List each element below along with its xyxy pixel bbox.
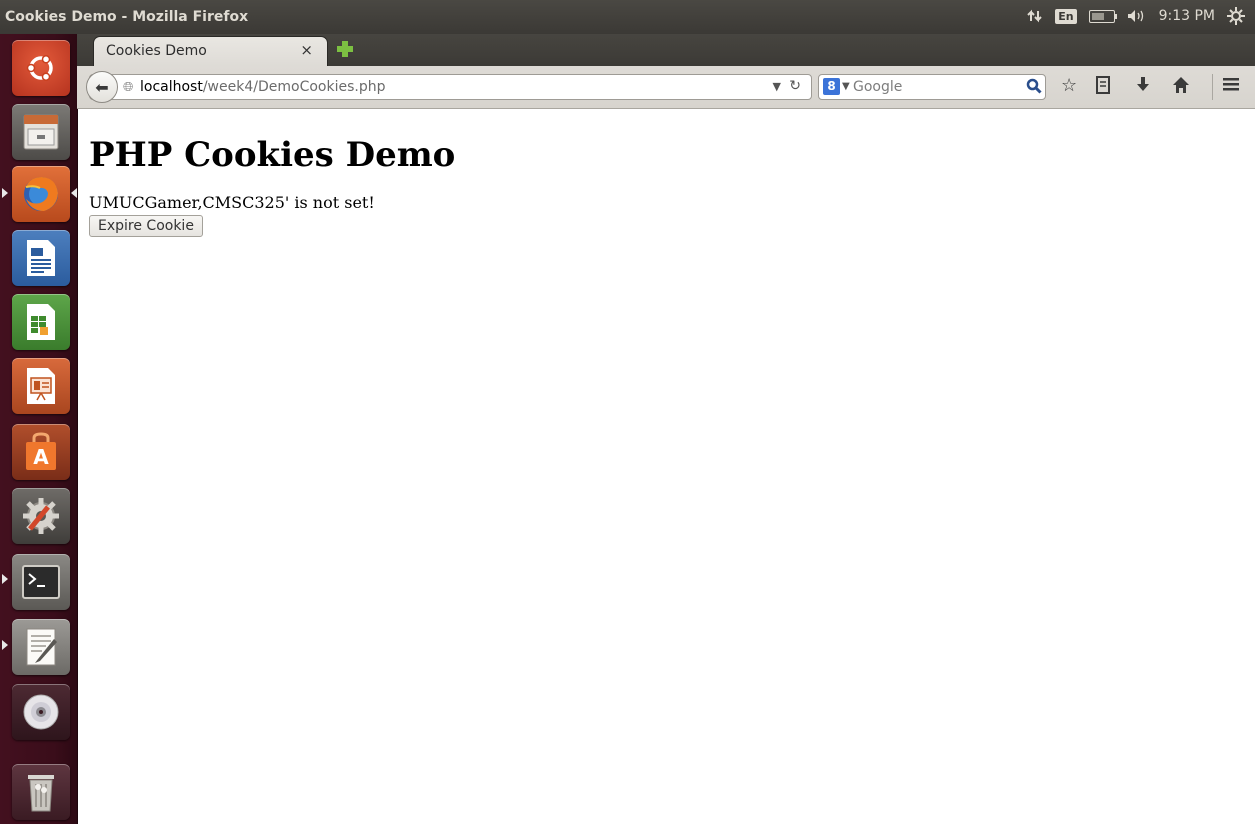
bookmark-star-icon[interactable]: ☆	[1061, 76, 1077, 96]
svg-text:A: A	[33, 445, 49, 469]
toolbar-separator	[1212, 74, 1213, 100]
files-icon[interactable]	[12, 104, 70, 160]
menu-icon[interactable]	[1222, 76, 1240, 97]
focus-indicator	[71, 188, 77, 198]
tab-label: Cookies Demo	[106, 43, 207, 59]
indicator-area: En 9:13 PM	[1027, 7, 1245, 25]
expire-cookie-button[interactable]: Expire Cookie	[89, 215, 203, 237]
battery-icon[interactable]	[1088, 9, 1117, 23]
launcher: A	[0, 34, 78, 824]
firefox-icon[interactable]	[12, 166, 70, 222]
running-indicator	[2, 188, 8, 198]
libreoffice-impress-icon[interactable]	[12, 358, 70, 414]
volume-icon[interactable]	[1127, 9, 1147, 23]
ubuntu-dash-icon[interactable]	[12, 40, 70, 96]
software-center-icon[interactable]: A	[12, 424, 70, 480]
top-panel: Cookies Demo - Mozilla Firefox En 9:13 P…	[0, 0, 1255, 34]
network-icon[interactable]	[1027, 9, 1043, 23]
bookmarks-menu-icon[interactable]	[1095, 76, 1111, 99]
reload-icon[interactable]: ↻	[789, 78, 801, 94]
trash-icon[interactable]	[12, 764, 70, 820]
window-title: Cookies Demo - Mozilla Firefox	[5, 9, 249, 25]
url-text: localhost/week4/DemoCookies.php	[140, 79, 385, 95]
home-icon[interactable]	[1172, 76, 1190, 99]
url-bar[interactable]: ⬅ 🌐︎ localhost/week4/DemoCookies.php ▼ ↻	[86, 71, 812, 103]
search-bar[interactable]: 8 ▼ Google	[818, 74, 1046, 100]
search-go-icon[interactable]	[1026, 78, 1042, 98]
engine-dropdown-icon[interactable]: ▼	[842, 81, 850, 92]
terminal-icon[interactable]	[12, 554, 70, 610]
tab-cookies-demo[interactable]: Cookies Demo ×	[93, 36, 328, 66]
page-content: PHP Cookies Demo UMUCGamer,CMSC325' is n…	[89, 109, 1249, 237]
keyboard-indicator-icon[interactable]: En	[1055, 8, 1077, 24]
search-input[interactable]: Google	[853, 79, 902, 95]
libreoffice-writer-icon[interactable]	[12, 230, 70, 286]
back-arrow-icon: ⬅	[95, 77, 109, 97]
url-host: localhost	[140, 79, 203, 95]
globe-icon: 🌐︎	[123, 80, 134, 95]
dvd-icon[interactable]	[12, 684, 70, 740]
running-indicator	[2, 574, 8, 584]
downloads-icon[interactable]	[1135, 76, 1151, 99]
page-title: PHP Cookies Demo	[89, 135, 456, 175]
text-editor-icon[interactable]	[12, 619, 70, 675]
navigation-toolbar: ⬅ 🌐︎ localhost/week4/DemoCookies.php ▼ ↻…	[77, 66, 1255, 109]
url-path: /week4/DemoCookies.php	[202, 79, 386, 95]
back-button[interactable]: ⬅	[86, 71, 118, 103]
libreoffice-calc-icon[interactable]	[12, 294, 70, 350]
url-dropdown-icon[interactable]: ▼	[773, 80, 781, 93]
gear-icon[interactable]	[1227, 7, 1245, 25]
clock[interactable]: 9:13 PM	[1159, 8, 1215, 24]
running-indicator	[2, 640, 8, 650]
cookie-status-text: UMUCGamer,CMSC325' is not set!	[89, 193, 375, 212]
close-icon[interactable]: ×	[300, 41, 313, 59]
tab-bar: Cookies Demo ×	[77, 34, 1255, 66]
google-engine-icon[interactable]: 8	[823, 78, 840, 95]
new-tab-icon[interactable]	[335, 39, 355, 59]
system-settings-icon[interactable]	[12, 488, 70, 544]
